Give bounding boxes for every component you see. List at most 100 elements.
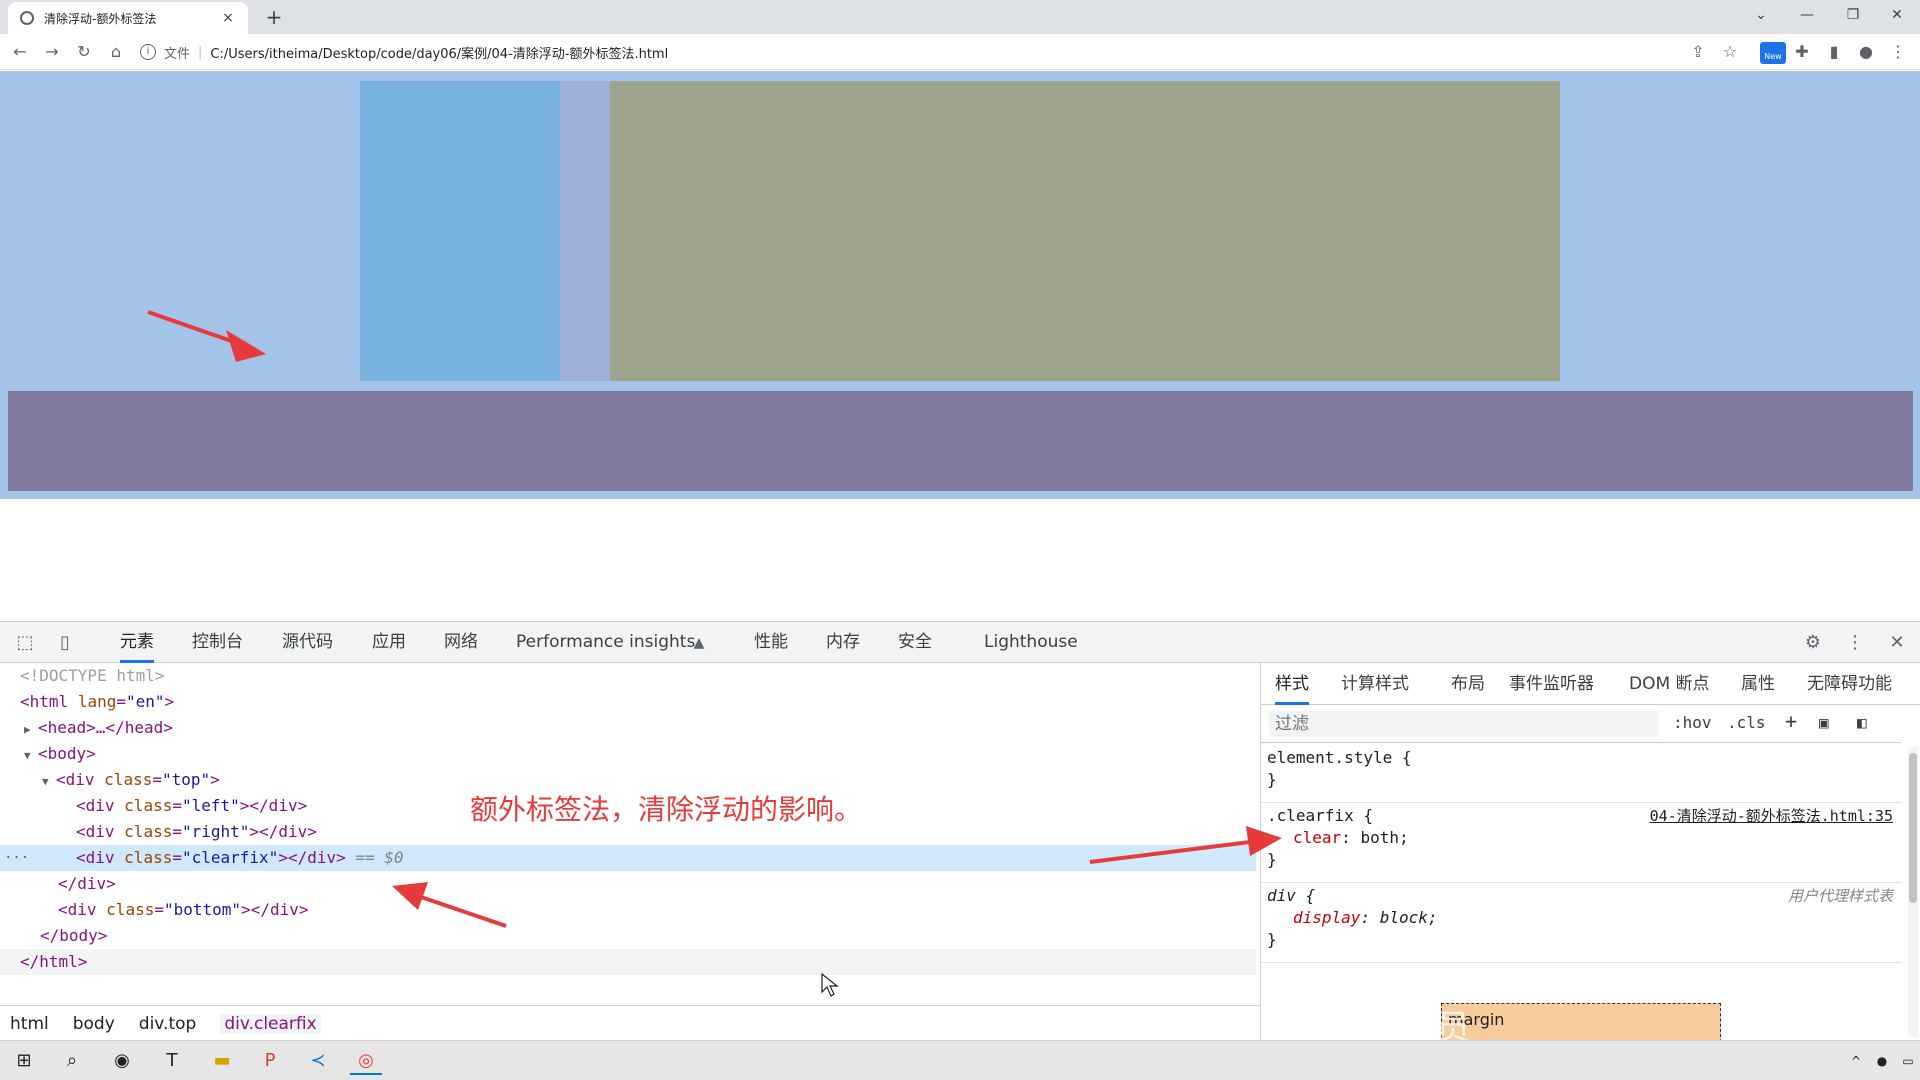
breadcrumb-div-clearfix[interactable]: div.clearfix [220, 1013, 321, 1034]
elements-tree: <!DOCTYPE html> <html lang="en"> ▶ <head>… [0, 663, 1260, 1005]
reload-icon[interactable]: ↻ [72, 40, 96, 64]
collapse-triangle-icon[interactable]: ▼ [24, 743, 38, 769]
typora-icon[interactable]: T [156, 1047, 188, 1075]
side-panel-icon[interactable]: ▮ [1822, 40, 1846, 64]
dom-line-html[interactable]: <html lang="en"> [0, 689, 1256, 715]
close-devtools-icon[interactable]: ✕ [1884, 630, 1910, 656]
dom-line-div-close[interactable]: </div> [0, 871, 1256, 897]
obs-icon[interactable]: ◉ [106, 1047, 138, 1075]
styles-filter-row: :hov .cls + ▣ ◧ [1261, 705, 1901, 743]
body-close-tag: </body> [40, 926, 108, 945]
tab-application[interactable]: 应用 [372, 622, 406, 663]
device-toolbar-icon[interactable]: ▯ [52, 630, 78, 656]
tab-performance-insights[interactable]: Performance insights [516, 622, 695, 663]
info-icon[interactable]: i [140, 44, 156, 60]
dom-line-html-close[interactable]: </html> [0, 949, 1256, 975]
tray-notification-icon[interactable]: ▭ [1892, 1047, 1920, 1075]
dom-line-div-clearfix[interactable]: ··· <div class="clearfix"></div> == $0 [0, 845, 1256, 871]
dom-line-div-bottom[interactable]: <div class="bottom"></div> [0, 897, 1256, 923]
back-icon[interactable]: ← [8, 40, 32, 64]
new-badge[interactable]: New [1760, 42, 1786, 64]
rule-selector[interactable]: element.style { [1261, 747, 1901, 769]
rule-declaration[interactable]: clear: both; [1261, 827, 1901, 849]
devtools-panel: ⬚ ▯ 元素 控制台 源代码 应用 网络 Performance insight… [0, 621, 1920, 1041]
chrome-icon[interactable]: ◎ [350, 1047, 382, 1075]
address-bar[interactable]: i 文件 | C:/Users/itheima/Desktop/code/day… [140, 38, 1740, 66]
rule-div-user-agent: div { 用户代理样式表 display: block; } [1261, 885, 1901, 963]
search-icon[interactable]: ⌕ [56, 1047, 88, 1075]
tab-console[interactable]: 控制台 [192, 622, 243, 663]
tab-properties[interactable]: 属性 [1741, 663, 1775, 705]
rule-source-link[interactable]: 04-清除浮动-额外标签法.html:35 [1650, 805, 1893, 827]
profile-icon[interactable]: ● [1854, 40, 1878, 64]
restore-button[interactable]: ❐ [1830, 0, 1876, 30]
styles-filter-input[interactable] [1269, 711, 1659, 737]
tab-event-listeners[interactable]: 事件监听器 [1509, 663, 1594, 705]
menu-icon[interactable]: ⋮ [1886, 40, 1910, 64]
cls-toggle[interactable]: .cls [1727, 713, 1766, 732]
tab-sources[interactable]: 源代码 [282, 622, 333, 663]
expand-triangle-icon[interactable]: ▶ [24, 717, 38, 743]
browser-tab[interactable]: 清除浮动-额外标签法 × [8, 2, 248, 34]
share-icon[interactable]: ⇪ [1686, 40, 1710, 64]
html-attr: lang [77, 692, 117, 711]
div-bottom [8, 391, 1913, 491]
tag-end: ></div> [241, 900, 309, 919]
customize-menu-icon[interactable]: ⋮ [1842, 630, 1868, 656]
tab-dom-breakpoints[interactable]: DOM 断点 [1629, 663, 1710, 705]
tab-memory[interactable]: 内存 [826, 622, 860, 663]
paint-bucket-icon[interactable]: ▣ [1819, 713, 1829, 732]
tab-accessibility[interactable]: 无障碍功能 [1807, 663, 1892, 705]
os-taskbar: ⊞ ⌕ ◉ T ▬ P ≺ ◎ ^ ● ▭ [0, 1040, 1920, 1080]
dom-line-body[interactable]: ▼ <body> [0, 741, 1256, 767]
tag-end: ></div> [249, 822, 317, 841]
settings-gear-icon[interactable]: ⚙ [1800, 630, 1826, 656]
rule-selector[interactable]: .clearfix { [1267, 806, 1373, 825]
class-value: "bottom" [163, 900, 242, 919]
close-window-button[interactable]: ✕ [1874, 0, 1920, 30]
styles-scrollbar[interactable] [1908, 747, 1918, 1037]
more-actions-icon[interactable]: ··· [4, 845, 29, 871]
collapse-triangle-icon[interactable]: ▼ [42, 769, 56, 795]
tab-network[interactable]: 网络 [444, 622, 478, 663]
css-value: both; [1360, 828, 1409, 847]
tab-search-icon[interactable]: ⌄ [1738, 0, 1784, 30]
box-model-margin[interactable]: margin [1441, 1003, 1721, 1041]
close-tab-button[interactable]: × [220, 10, 236, 26]
bookmark-star-icon[interactable]: ☆ [1718, 40, 1742, 64]
forward-icon[interactable]: → [40, 40, 64, 64]
new-tab-button[interactable]: + [260, 4, 288, 30]
div-left [360, 81, 560, 381]
inspect-element-icon[interactable]: ⬚ [12, 630, 38, 656]
dom-line-body-close[interactable]: </body> [0, 923, 1256, 949]
minimize-button[interactable]: — [1784, 0, 1830, 30]
address-url[interactable]: C:/Users/itheima/Desktop/code/day06/案例/0… [210, 43, 668, 62]
file-explorer-icon[interactable]: ▬ [206, 1047, 238, 1075]
toggle-sidebar-icon[interactable]: ◧ [1857, 713, 1867, 732]
dom-line-head[interactable]: ▶ <head>…</head> [0, 715, 1256, 741]
powerpoint-icon[interactable]: P [254, 1047, 286, 1075]
tab-layout[interactable]: 布局 [1451, 663, 1485, 705]
windows-start-icon[interactable]: ⊞ [8, 1047, 40, 1075]
tab-performance[interactable]: 性能 [754, 622, 788, 663]
home-icon[interactable]: ⌂ [104, 40, 128, 64]
scrollbar-thumb[interactable] [1909, 753, 1917, 903]
tab-lighthouse[interactable]: Lighthouse [984, 622, 1078, 663]
class-attr: class [124, 822, 173, 841]
tab-styles[interactable]: 样式 [1275, 663, 1309, 705]
breadcrumb-html[interactable]: html [10, 1014, 49, 1034]
dom-line-doctype[interactable]: <!DOCTYPE html> [0, 663, 1256, 689]
breadcrumb-div-top[interactable]: div.top [139, 1014, 197, 1034]
rule-close: } [1267, 930, 1277, 949]
tab-elements[interactable]: 元素 [120, 622, 154, 663]
tab-computed[interactable]: 计算样式 [1341, 663, 1409, 705]
breadcrumb-body[interactable]: body [73, 1014, 115, 1034]
extensions-icon[interactable]: ✚ [1790, 40, 1814, 64]
rule-header: div { 用户代理样式表 [1261, 885, 1901, 907]
html-attr-value: "en" [125, 692, 165, 711]
screen: { "browser": { "tab_title": "清除浮动-额外标签法"… [0, 0, 1920, 1080]
hov-toggle[interactable]: :hov [1673, 713, 1712, 732]
tab-security[interactable]: 安全 [898, 622, 932, 663]
new-rule-button[interactable]: + [1785, 709, 1797, 733]
vscode-icon[interactable]: ≺ [302, 1047, 334, 1075]
